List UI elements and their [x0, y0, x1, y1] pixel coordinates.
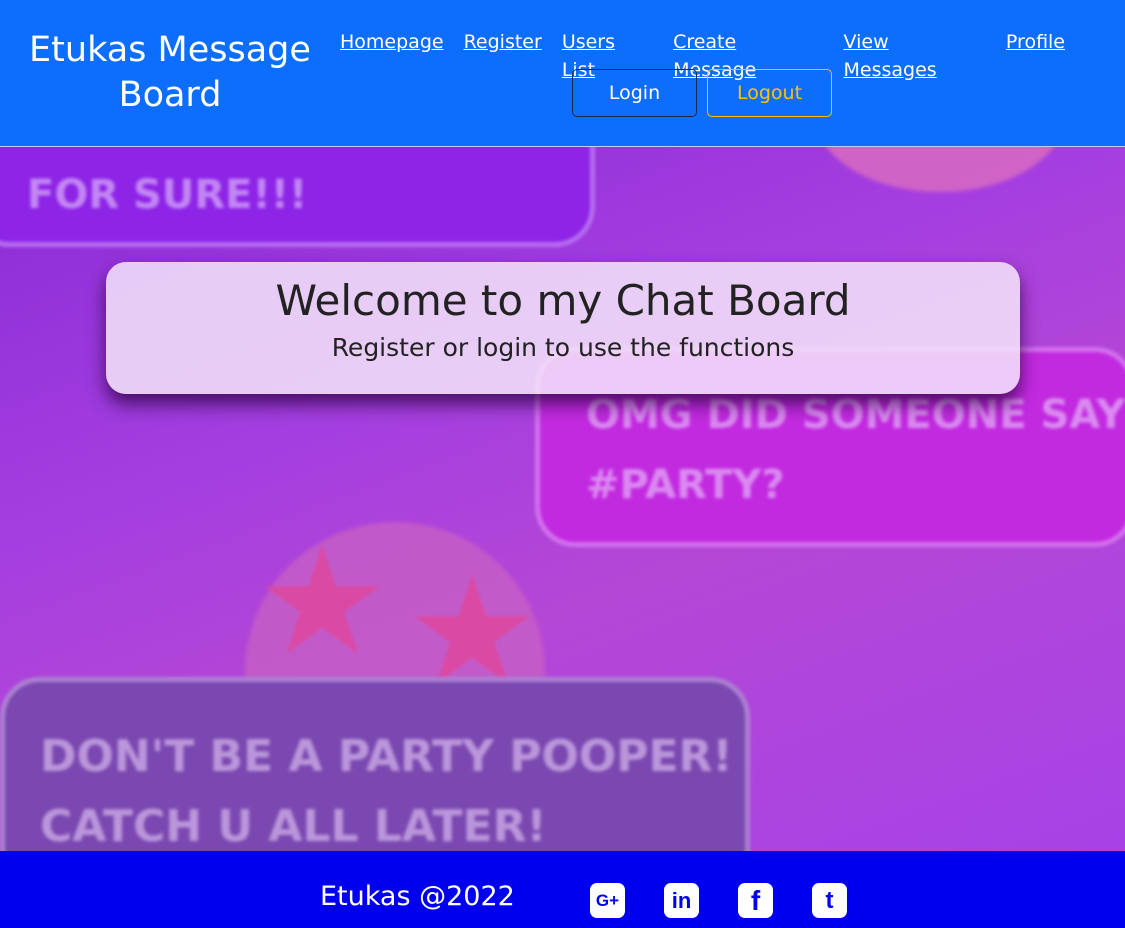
hero-background: FOR SURE!!! OMG DID SOMEONE SAY #PARTY? … [0, 147, 1125, 851]
brand-title: Etukas Message Board [29, 30, 311, 115]
site-header: Etukas Message Board Homepage Register U… [0, 0, 1125, 147]
welcome-card: Welcome to my Chat Board Register or log… [106, 262, 1020, 394]
star-icon: ★ [255, 515, 390, 689]
welcome-subtitle: Register or login to use the functions [331, 333, 795, 362]
google-plus-icon[interactable]: G+ [590, 883, 625, 918]
copyright-text: Etukas @2022 [320, 881, 515, 912]
nav-link-homepage[interactable]: Homepage [340, 28, 444, 84]
linkedin-icon[interactable]: in [664, 883, 699, 918]
welcome-title: Welcome to my Chat Board [275, 276, 851, 325]
site-footer: Etukas @2022 G+ in f t [0, 851, 1125, 928]
auth-buttons: Login Logout [572, 69, 832, 117]
nav-link-register[interactable]: Register [464, 28, 542, 84]
facebook-icon[interactable]: f [738, 883, 773, 918]
social-links: G+ in f t [590, 883, 847, 918]
login-button[interactable]: Login [572, 69, 697, 117]
nav-link-view-messages[interactable]: View Messages [844, 28, 986, 84]
logout-button[interactable]: Logout [707, 69, 832, 117]
nav-link-profile[interactable]: Profile [1006, 28, 1065, 84]
twitter-icon[interactable]: t [812, 883, 847, 918]
background-bubble: FOR SURE!!! [0, 147, 595, 247]
background-bubble: DON'T BE A PARTY POOPER! CATCH U ALL LAT… [0, 677, 750, 851]
background-circle [815, 147, 1065, 192]
